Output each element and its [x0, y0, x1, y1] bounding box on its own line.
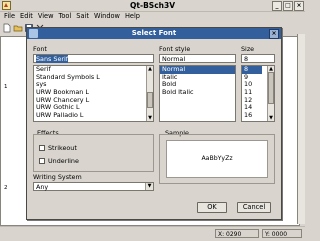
menu-edit[interactable]: Edit	[20, 11, 33, 21]
dialog-title: Select Font	[131, 29, 177, 37]
effects-group	[33, 134, 154, 172]
size-list[interactable]: 8 9 10 11 12 14 16 ▲ ▼	[241, 65, 275, 122]
font-style-label: Font style	[159, 45, 191, 53]
scroll-up-icon[interactable]: ▲	[147, 66, 153, 72]
scroll-down-icon[interactable]: ▼	[268, 115, 274, 121]
menu-window[interactable]: Window	[94, 11, 120, 21]
dialog-titlebar: Select Font ×	[27, 28, 281, 39]
new-file-icon[interactable]	[2, 23, 12, 33]
close-window-icon[interactable]: ×	[294, 1, 304, 11]
font-style-input[interactable]: Normal	[159, 54, 236, 63]
sample-preview: AaBbYyZz	[166, 140, 268, 178]
maximize-icon[interactable]: □	[283, 1, 293, 11]
list-item[interactable]: URW Palladio L	[34, 111, 153, 120]
writing-system-label: Writing System	[33, 173, 82, 181]
window-title: Qt-BSch3V	[130, 1, 175, 10]
app-icon	[2, 1, 11, 10]
strikeout-checkbox[interactable]	[39, 145, 45, 151]
underline-checkbox[interactable]	[39, 158, 45, 164]
font-input[interactable]: Sans Serif	[33, 54, 154, 63]
cancel-button[interactable]: Cancel	[237, 202, 271, 213]
size-list-scrollbar[interactable]: ▲ ▼	[267, 66, 274, 121]
list-item[interactable]: Standard Symbols L	[34, 73, 153, 82]
row-marker: 2	[4, 185, 8, 191]
chevron-down-icon[interactable]: ▼	[145, 183, 153, 190]
underline-label[interactable]: Underline	[48, 157, 79, 165]
list-item[interactable]: Bold Italic	[160, 88, 235, 97]
menu-sait[interactable]: Sait	[76, 11, 89, 21]
vertical-scrollbar[interactable]	[297, 34, 305, 224]
dialog-close-icon[interactable]: ×	[269, 29, 279, 39]
y-coordinate: Y: 0000	[262, 229, 302, 238]
select-font-dialog: Select Font × Font Sans Serif Serif Stan…	[26, 27, 282, 220]
x-coordinate: X: 0290	[215, 229, 259, 238]
open-folder-icon[interactable]	[13, 23, 23, 33]
menu-view[interactable]: View	[38, 11, 54, 21]
scroll-down-icon[interactable]: ▼	[147, 115, 153, 121]
dialog-app-icon	[29, 29, 38, 38]
font-style-list[interactable]: Normal Italic Bold Bold Italic	[159, 65, 236, 122]
scroll-thumb[interactable]	[147, 92, 153, 108]
size-input[interactable]: 8	[241, 54, 275, 63]
menubar: File Edit View Tool Sait Window Help	[0, 11, 305, 21]
size-label: Size	[241, 45, 255, 53]
strikeout-label[interactable]: Strikeout	[48, 144, 77, 152]
minimize-icon[interactable]: _	[272, 1, 282, 11]
menu-file[interactable]: File	[4, 11, 15, 21]
writing-system-select[interactable]: Any ▼	[33, 182, 154, 191]
menu-tool[interactable]: Tool	[58, 11, 71, 21]
ok-button[interactable]: OK	[197, 202, 227, 213]
font-list[interactable]: Serif Standard Symbols L sys URW Bookman…	[33, 65, 154, 122]
row-marker: 1	[4, 84, 8, 90]
menu-help[interactable]: Help	[125, 11, 140, 21]
scroll-thumb[interactable]	[268, 72, 274, 104]
statusbar: X: 0290 Y: 0000	[0, 226, 305, 241]
font-list-scrollbar[interactable]: ▲ ▼	[146, 66, 153, 121]
font-label: Font	[33, 45, 47, 53]
